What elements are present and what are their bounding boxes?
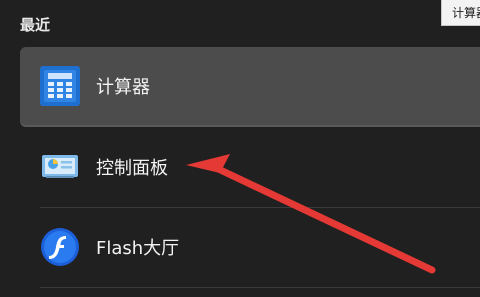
recent-item-label: 控制面板: [96, 158, 168, 179]
recent-item-calculator[interactable]: 计算器: [20, 47, 480, 127]
tooltip: 计算器: [441, 0, 480, 26]
recent-list: 计算器 控制面板 Flash大厅: [20, 47, 480, 288]
control-panel-icon: [42, 155, 78, 178]
list-divider: [40, 287, 480, 288]
recent-item-control-panel[interactable]: 控制面板: [20, 127, 480, 207]
recent-item-flash[interactable]: Flash大厅: [20, 207, 480, 287]
recent-item-label: 计算器: [96, 77, 150, 98]
section-title: 最近: [20, 16, 51, 34]
calculator-icon: [40, 66, 80, 106]
recent-item-label: Flash大厅: [96, 238, 180, 259]
flash-icon: [41, 228, 79, 266]
